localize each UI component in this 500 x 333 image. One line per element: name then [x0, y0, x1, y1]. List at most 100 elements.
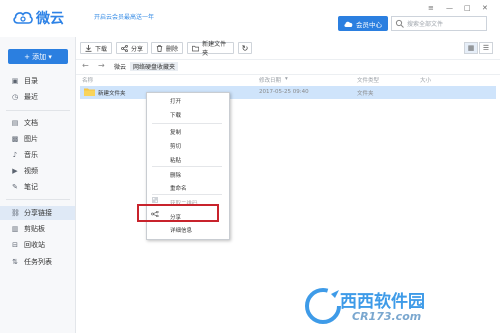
sidebar-item-pictures[interactable]: ▩ 图片: [0, 132, 75, 146]
menu-item-label: 复制: [170, 130, 182, 136]
vip-promo-link[interactable]: 开启云会员最高送一年: [94, 12, 154, 21]
menu-item-label: 剪切: [170, 144, 182, 150]
column-type[interactable]: 文件类型: [357, 76, 379, 84]
app-name: 微云: [36, 11, 64, 27]
menu-icon[interactable]: ≡: [428, 4, 434, 12]
transfer-icon: ⇅: [12, 258, 18, 266]
menu-item-open[interactable]: 打开: [146, 94, 228, 107]
sidebar-item-share-links[interactable]: ⛓ 分享链接: [0, 206, 75, 220]
menu-item-delete[interactable]: 删除: [146, 168, 228, 181]
back-arrow-icon[interactable]: ←: [82, 61, 89, 70]
delete-button[interactable]: 删除: [151, 42, 183, 54]
clipboard-icon: ▥: [11, 225, 19, 233]
menu-item-label: 下载: [170, 113, 182, 119]
vip-center-label: 会员中心: [356, 20, 382, 29]
link-icon: ⛓: [11, 209, 20, 217]
sidebar-item-label: 目录: [24, 77, 38, 85]
sidebar-item-directory[interactable]: ▣ 目录: [0, 74, 75, 88]
music-icon: ♪: [12, 151, 18, 159]
menu-item-cut[interactable]: 剪切: [146, 139, 228, 152]
note-icon: ✎: [12, 183, 18, 191]
menu-item-label: 删除: [170, 173, 182, 179]
search-placeholder: 搜索全部文件: [407, 21, 444, 28]
share-button[interactable]: 分享: [116, 42, 148, 54]
column-size[interactable]: 大小: [420, 76, 431, 84]
sidebar-item-label: 分享链接: [24, 209, 52, 217]
document-icon: ▤: [11, 119, 19, 127]
sidebar-item-label: 剪贴板: [24, 225, 45, 233]
sidebar-item-documents[interactable]: ▤ 文档: [0, 116, 75, 130]
sidebar-item-label: 回收站: [24, 241, 45, 249]
weiyun-logo-icon: [13, 11, 33, 24]
list-view-button[interactable]: ☰: [479, 42, 493, 54]
search-input[interactable]: 搜索全部文件: [391, 16, 487, 31]
folder-icon: [84, 88, 95, 96]
grid-icon: ▦: [467, 44, 475, 52]
clock-icon: ◷: [11, 93, 19, 101]
sidebar-item-label: 音乐: [24, 151, 38, 159]
add-button[interactable]: + 添加 ▾: [8, 49, 68, 64]
menu-item-label: 打开: [170, 99, 182, 105]
cloud-icon: [344, 21, 353, 27]
share-icon: [121, 44, 128, 52]
sidebar-divider: [6, 199, 70, 200]
sidebar-item-videos[interactable]: ▶ 视频: [0, 164, 75, 178]
file-pane: [76, 37, 500, 333]
breadcrumb-root[interactable]: 微云: [114, 62, 126, 71]
menu-divider: [152, 166, 222, 167]
video-icon: ▶: [12, 167, 18, 175]
new-folder-label: 新建文件夹: [202, 41, 227, 57]
file-name[interactable]: 新建文件夹: [98, 89, 126, 97]
download-button[interactable]: 下载: [80, 42, 112, 54]
sidebar-item-clipboard[interactable]: ▥ 剪贴板: [0, 222, 75, 236]
new-folder-icon: [192, 45, 200, 51]
watermark-logo-icon: [305, 288, 341, 324]
column-modified[interactable]: 修改日期: [259, 76, 281, 84]
menu-item-rename[interactable]: 重命名: [146, 181, 228, 194]
download-label: 下载: [95, 45, 108, 53]
delete-label: 删除: [166, 45, 179, 53]
breadcrumb-current: 网络硬盘收藏夹: [130, 62, 179, 71]
sidebar-item-music[interactable]: ♪ 音乐: [0, 148, 75, 162]
sidebar-item-label: 文档: [24, 119, 38, 127]
sidebar-item-recycle-bin[interactable]: ⊟ 回收站: [0, 238, 75, 252]
sidebar-item-label: 任务列表: [24, 258, 52, 266]
menu-item-copy[interactable]: 复制: [146, 125, 228, 138]
sidebar-item-notes[interactable]: ✎ 笔记: [0, 180, 75, 194]
grid-view-button[interactable]: ▦: [464, 42, 478, 54]
file-type: 文件夹: [357, 91, 374, 97]
menu-item-details[interactable]: 详细信息: [146, 223, 228, 236]
menu-divider: [152, 123, 222, 124]
minimize-icon[interactable]: —: [446, 4, 453, 12]
menu-item-paste[interactable]: 粘贴: [146, 153, 228, 166]
new-folder-button[interactable]: 新建文件夹: [187, 41, 234, 57]
sort-icon[interactable]: ▾: [285, 76, 288, 82]
sidebar-item-task-list[interactable]: ⇅ 任务列表: [0, 255, 75, 269]
refresh-icon: ↻: [241, 43, 249, 53]
menu-divider: [152, 194, 222, 195]
menu-item-download[interactable]: 下载: [146, 108, 228, 121]
file-modified: 2017-05-25 09:40: [259, 89, 309, 95]
column-name[interactable]: 名称: [82, 76, 93, 84]
sidebar-item-label: 图片: [24, 135, 38, 143]
watermark-subtitle: CR173.com: [352, 310, 422, 323]
picture-icon: ▩: [11, 135, 19, 143]
sidebar-item-label: 最近: [24, 93, 38, 101]
menu-item-label: 详细信息: [170, 228, 193, 234]
sidebar-divider: [6, 110, 70, 111]
maximize-icon[interactable]: □: [464, 4, 471, 12]
share-highlight-box: [137, 204, 219, 222]
vip-center-button[interactable]: 会员中心: [338, 16, 388, 31]
menu-item-label: 重命名: [170, 186, 187, 192]
download-icon: [85, 44, 92, 52]
forward-arrow-icon[interactable]: →: [98, 61, 105, 70]
list-icon: ☰: [482, 44, 490, 52]
menu-item-label: 粘贴: [170, 158, 182, 164]
watermark-title: 西西软件园: [340, 292, 425, 312]
sidebar-item-recent[interactable]: ◷ 最近: [0, 90, 75, 104]
sidebar-item-label: 笔记: [24, 183, 38, 191]
close-icon[interactable]: ✕: [482, 4, 488, 12]
trash-icon: [156, 44, 163, 52]
refresh-button[interactable]: ↻: [238, 42, 252, 54]
share-label: 分享: [131, 45, 144, 53]
